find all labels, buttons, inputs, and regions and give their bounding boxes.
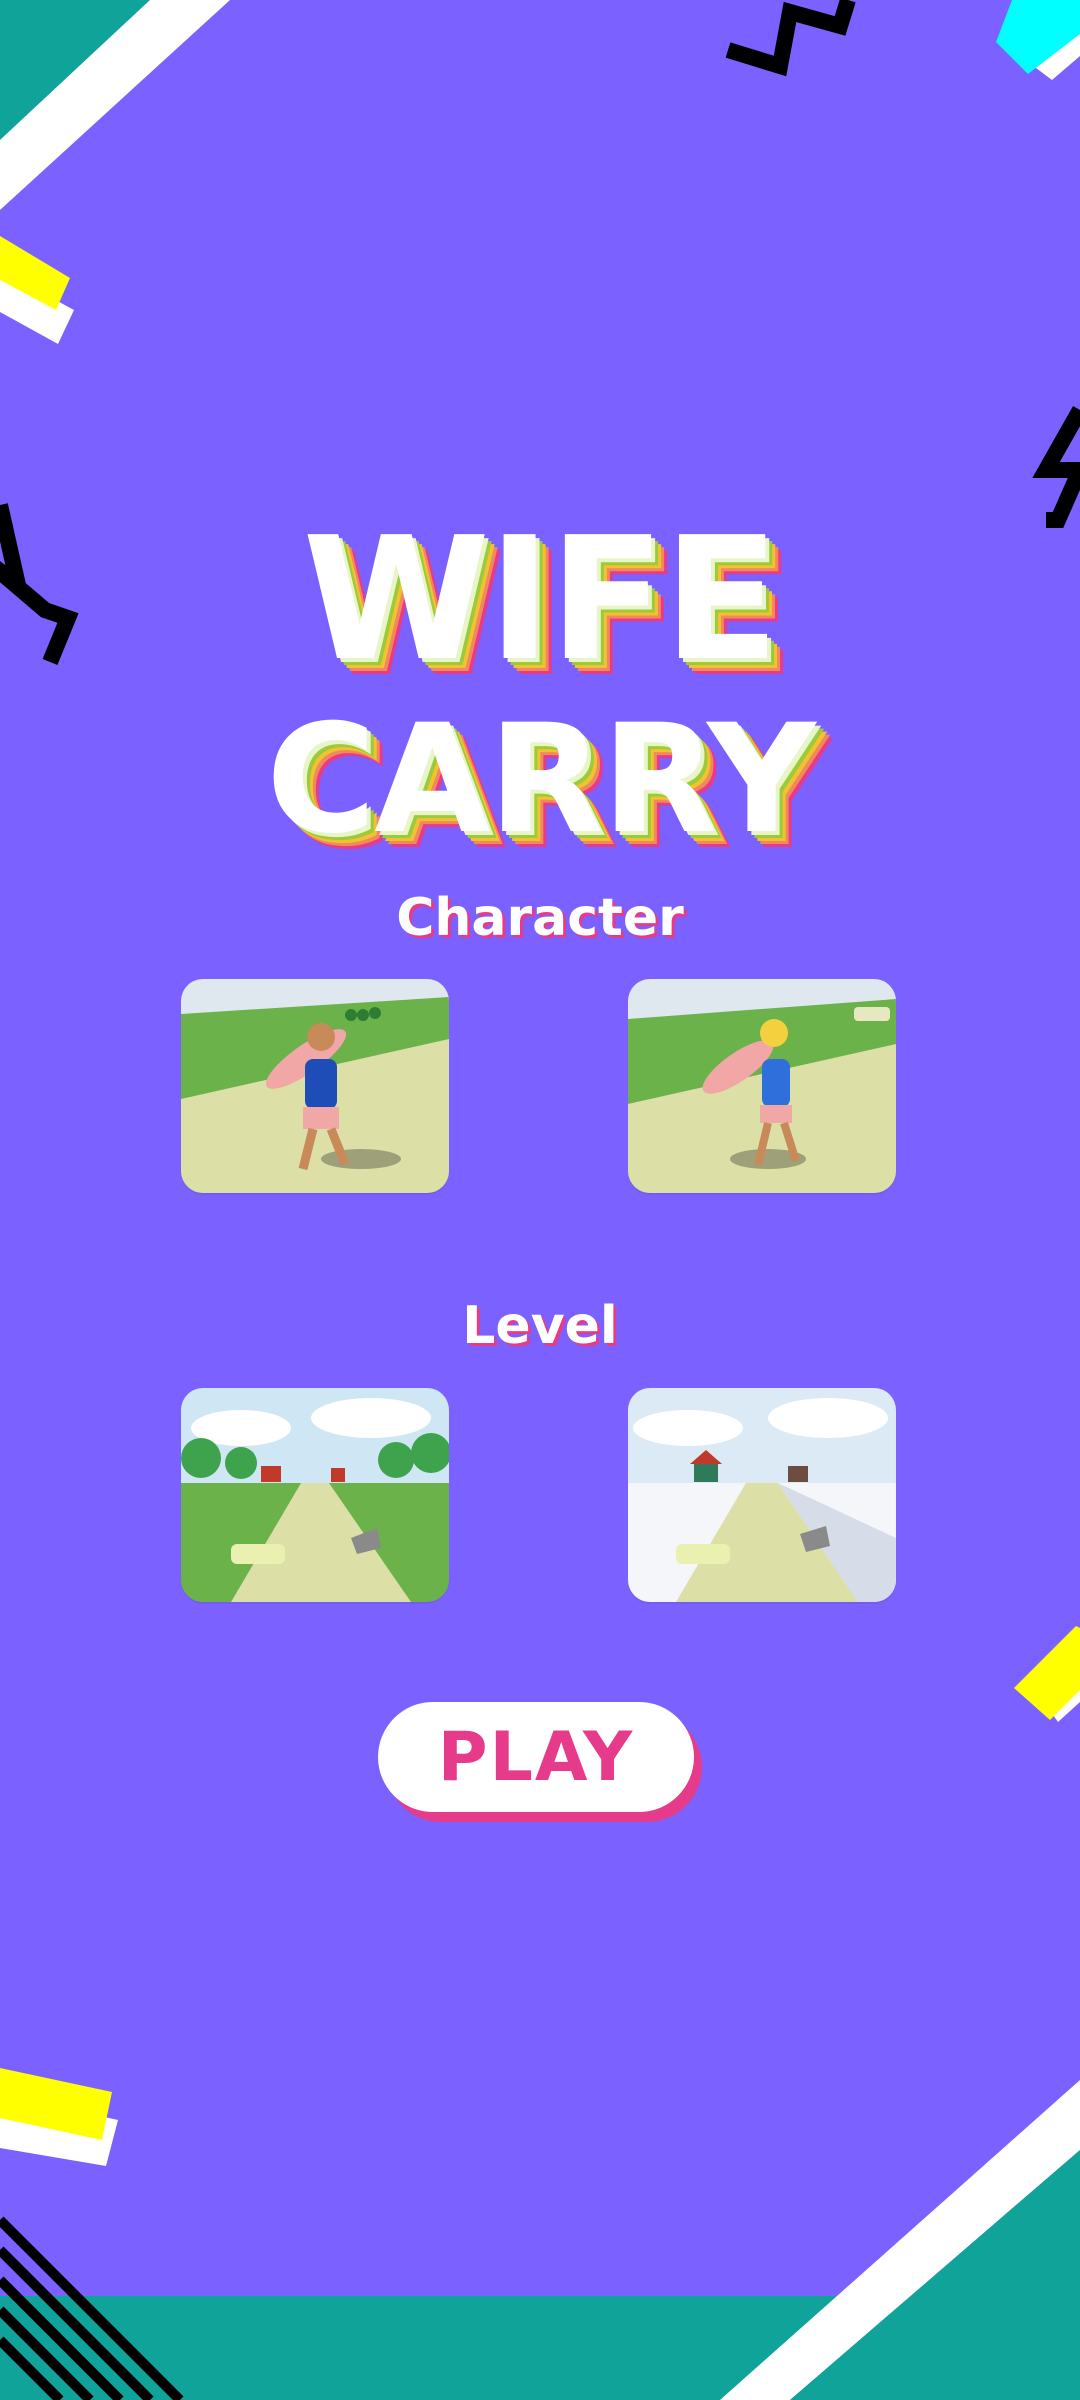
winter-level-icon (628, 1388, 896, 1602)
play-button-label: PLAY (437, 1717, 635, 1797)
level-section-label: Level (462, 1296, 618, 1356)
game-title-line-1: WIFE (302, 501, 779, 699)
level-option-winter[interactable] (628, 1388, 896, 1602)
level-option-summer[interactable] (181, 1388, 449, 1602)
female-runner-icon (628, 979, 896, 1193)
play-button[interactable]: PLAY (378, 1702, 694, 1812)
character-section-label: Character (396, 888, 684, 948)
male-runner-icon (181, 979, 449, 1193)
zigzag-top (725, 0, 856, 77)
game-title-line-2: CARRY (266, 693, 816, 867)
background-decorations (0, 0, 1080, 2400)
character-option-female[interactable] (628, 979, 896, 1193)
character-option-male[interactable] (181, 979, 449, 1193)
corner-teal-bottom-right (790, 2150, 1080, 2400)
summer-level-icon (181, 1388, 449, 1602)
zigzag-right (1032, 406, 1080, 528)
